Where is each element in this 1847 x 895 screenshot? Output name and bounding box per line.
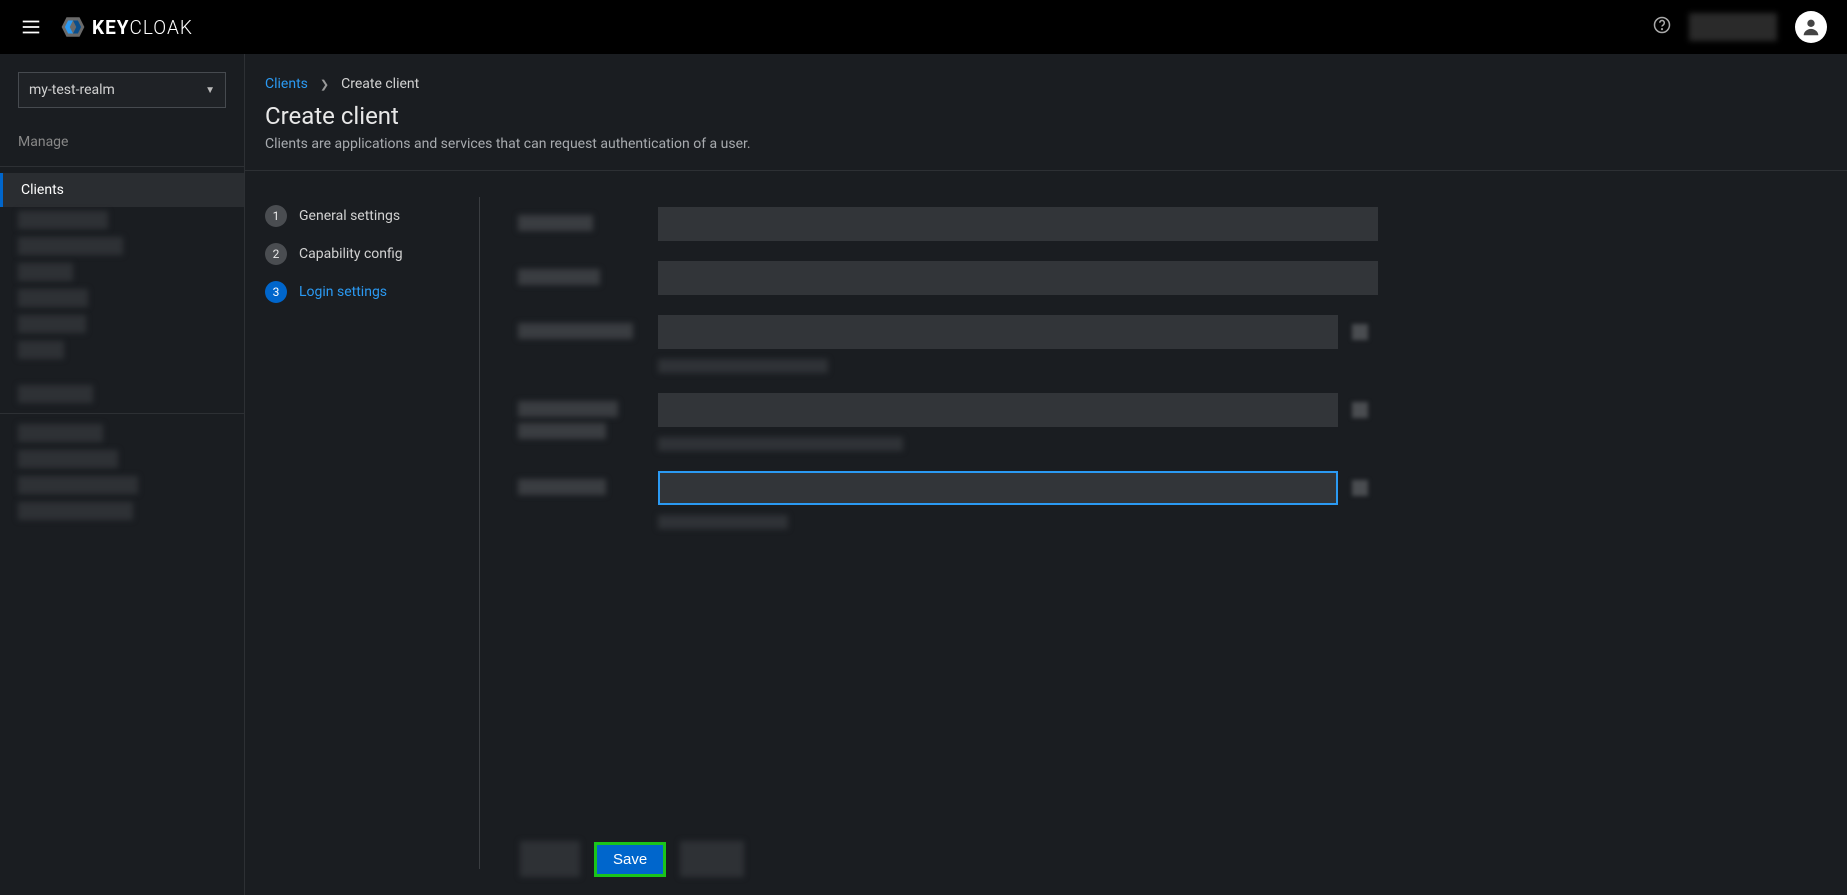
wizard-step-login-settings[interactable]: 3 Login settings [265, 273, 459, 311]
form-input-redacted[interactable] [658, 261, 1378, 295]
sidebar-divider [0, 413, 244, 414]
form-label-redacted [518, 269, 600, 285]
caret-down-icon: ▼ [205, 85, 215, 96]
topbar: KEYCLOAK [0, 0, 1847, 54]
sidebar-item-redacted[interactable] [18, 315, 86, 333]
sidebar-section-manage: Manage [0, 128, 244, 160]
form-input-redacted[interactable] [658, 207, 1378, 241]
footer-button-redacted[interactable] [520, 841, 580, 877]
breadcrumb-current: Create client [341, 76, 419, 92]
wizard-step-label: General settings [299, 208, 400, 224]
sidebar-item-redacted[interactable] [18, 211, 108, 229]
form-hint-redacted [658, 359, 828, 373]
wizard-step-capability-config[interactable]: 2 Capability config [265, 235, 459, 273]
form-label-redacted [518, 479, 606, 495]
sidebar-item-redacted[interactable] [18, 476, 138, 494]
realm-selector-value: my-test-realm [29, 82, 115, 98]
sidebar-item-redacted[interactable] [18, 450, 118, 468]
help-icon[interactable] [1653, 16, 1671, 38]
keycloak-logo-icon [60, 14, 86, 40]
save-button[interactable]: Save [594, 842, 666, 877]
wizard-step-number: 3 [265, 281, 287, 303]
wizard-step-general-settings[interactable]: 1 General settings [265, 197, 459, 235]
sidebar: my-test-realm ▼ Manage Clients [0, 54, 245, 895]
sidebar-item-redacted[interactable] [18, 263, 73, 281]
sidebar-item-label: Clients [21, 182, 64, 198]
keycloak-logo[interactable]: KEYCLOAK [60, 14, 193, 40]
login-settings-form [480, 197, 1827, 869]
sidebar-divider [0, 166, 244, 167]
page-title: Create client [265, 102, 1827, 130]
sidebar-item-clients[interactable]: Clients [0, 173, 244, 207]
content-area: Clients ❯ Create client Create client Cl… [245, 54, 1847, 895]
form-label-redacted [518, 401, 618, 417]
sidebed-item-redacted[interactable] [18, 424, 103, 442]
page-header: Create client Clients are applications a… [245, 92, 1847, 170]
keycloak-logo-text: KEYCLOAK [92, 16, 193, 39]
footer-button-redacted[interactable] [680, 841, 744, 877]
page-description: Clients are applications and services th… [265, 136, 1827, 152]
form-label-redacted [518, 323, 633, 339]
redacted-topbar-widget [1689, 13, 1777, 41]
form-hint-redacted [658, 437, 903, 451]
realm-selector[interactable]: my-test-realm ▼ [18, 72, 226, 108]
sidebar-item-redacted[interactable] [18, 502, 133, 520]
wizard-step-number: 1 [265, 205, 287, 227]
form-hint-redacted [658, 515, 788, 529]
hamburger-icon[interactable] [20, 16, 42, 38]
sidebar-item-redacted[interactable] [18, 237, 123, 255]
input-action-icon-redacted[interactable] [1352, 480, 1368, 496]
wizard-steps: 1 General settings 2 Capability config 3… [265, 197, 480, 869]
input-action-icon-redacted[interactable] [1352, 324, 1368, 340]
sidebar-item-redacted[interactable] [18, 289, 88, 307]
chevron-right-icon: ❯ [320, 78, 329, 91]
form-label-redacted [518, 215, 593, 231]
breadcrumb: Clients ❯ Create client [245, 54, 1847, 92]
sidebar-section-redacted [18, 385, 93, 403]
breadcrumb-link-clients[interactable]: Clients [265, 76, 308, 92]
wizard-step-label: Login settings [299, 284, 387, 300]
sidebar-item-redacted[interactable] [18, 341, 64, 359]
form-label-redacted [518, 423, 606, 439]
form-input-redacted[interactable] [658, 471, 1338, 505]
form-input-redacted[interactable] [658, 393, 1338, 427]
user-avatar[interactable] [1795, 11, 1827, 43]
form-input-redacted[interactable] [658, 315, 1338, 349]
wizard-step-number: 2 [265, 243, 287, 265]
wizard-step-label: Capability config [299, 246, 403, 262]
input-action-icon-redacted[interactable] [1352, 402, 1368, 418]
wizard-footer-actions: Save [520, 841, 744, 877]
